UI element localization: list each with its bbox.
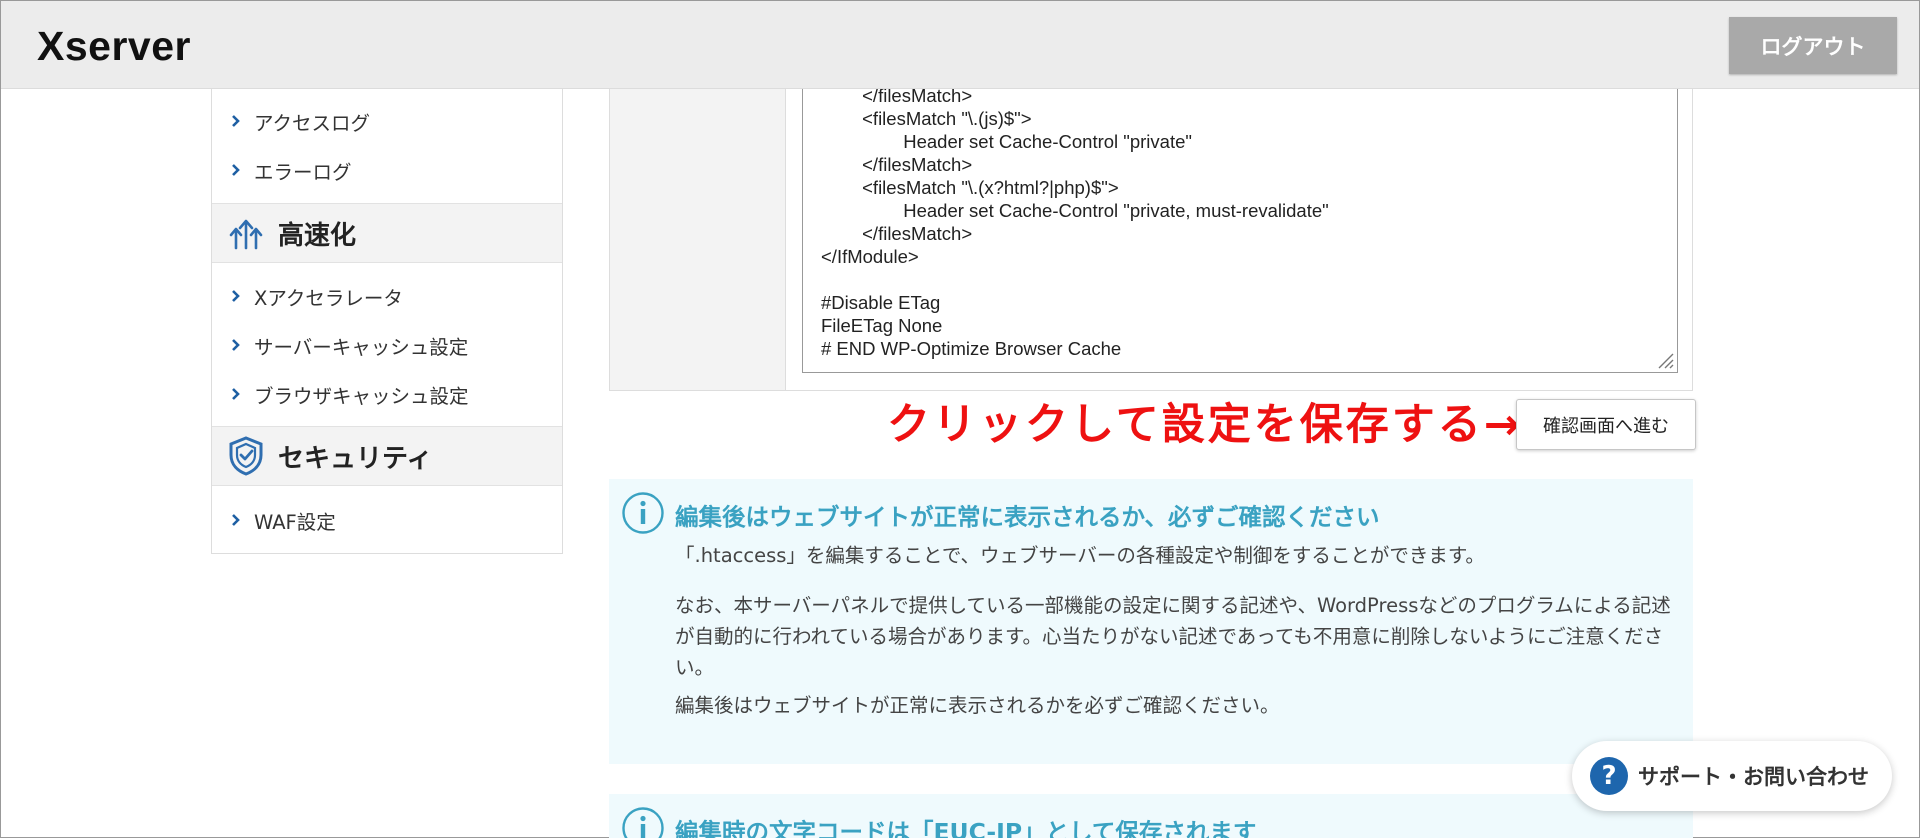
chevron-right-icon <box>230 290 242 302</box>
chevron-right-icon <box>230 514 242 526</box>
sidebar-item-browser-cache[interactable]: ブラウザキャッシュ設定 <box>212 374 562 414</box>
chevron-right-icon <box>230 164 242 176</box>
editor-label-cell <box>610 89 786 390</box>
notice-title: 編集後はウェブサイトが正常に表示されるか、必ずご確認ください <box>675 503 1380 531</box>
sidebar: アクセスログ エラーログ 高速化 Xアクセラレータ サーバーキャッシュ設定 ブラ… <box>211 89 563 554</box>
sidebar-item-label: アクセスログ <box>254 111 371 135</box>
sidebar-item-label: サーバーキャッシュ設定 <box>254 335 469 359</box>
notice-title: 編集時の文字コードは「EUC-JP」として保存されます <box>675 818 1257 838</box>
code-line: </IfModule> <box>821 246 919 267</box>
code-line: Header set Cache-Control "private" <box>821 131 1192 152</box>
htaccess-textarea[interactable]: </filesMatch> <filesMatch "\.(js)$"> Hea… <box>802 89 1678 373</box>
notice-box-edit-warning: 編集後はウェブサイトが正常に表示されるか、必ずご確認ください 「.htacces… <box>609 479 1693 764</box>
shield-icon <box>226 436 266 476</box>
code-line: </filesMatch> <box>821 223 973 244</box>
chevron-right-icon <box>230 339 242 351</box>
sidebar-item-x-accelerator[interactable]: Xアクセラレータ <box>212 276 562 316</box>
sidebar-section-title: 高速化 <box>278 220 357 251</box>
sidebar-item-label: WAF設定 <box>254 510 336 534</box>
chevron-right-icon <box>230 115 242 127</box>
code-line: <filesMatch "\.(js)$"> <box>821 108 1032 129</box>
info-icon <box>621 806 665 838</box>
code-line: Header set Cache-Control "private, must-… <box>821 200 1329 221</box>
code-line: # END WP-Optimize Browser Cache <box>821 338 1122 359</box>
code-line: FileETag None <box>821 315 943 336</box>
resize-grip-icon[interactable] <box>1653 348 1675 370</box>
sidebar-item-label: ブラウザキャッシュ設定 <box>254 384 469 408</box>
sidebar-section-speed: 高速化 <box>212 203 562 263</box>
confirm-button[interactable]: 確認画面へ進む <box>1516 399 1696 450</box>
info-icon <box>621 491 665 535</box>
sidebar-item-server-cache[interactable]: サーバーキャッシュ設定 <box>212 325 562 365</box>
sidebar-item-waf[interactable]: WAF設定 <box>212 500 562 540</box>
code-line: <filesMatch "\.(x?html?|php)$"> <box>821 177 1119 198</box>
code-line: #Disable ETag <box>821 292 941 313</box>
sidebar-section-security: セキュリティ <box>212 426 562 486</box>
xserver-logo[interactable]: Xserver <box>37 23 191 70</box>
sidebar-item-label: Xアクセラレータ <box>254 286 403 310</box>
notice-box-encoding: 編集時の文字コードは「EUC-JP」として保存されます <box>609 794 1693 838</box>
htaccess-editor-table: </filesMatch> <filesMatch "\.(js)$"> Hea… <box>609 89 1693 391</box>
support-label: サポート・お問い合わせ <box>1638 765 1869 789</box>
save-instruction-annotation: クリックして設定を保存する→ <box>887 400 1523 450</box>
question-icon: ? <box>1590 757 1628 795</box>
sidebar-section-title: セキュリティ <box>278 443 433 474</box>
sidebar-item-label: エラーログ <box>254 160 352 184</box>
notice-paragraph: 「.htaccess」を編集することで、ウェブサーバーの各種設定や制御をすること… <box>675 544 1485 567</box>
logout-button[interactable]: ログアウト <box>1729 17 1897 74</box>
sidebar-item-access-log[interactable]: アクセスログ <box>212 101 562 141</box>
speed-arrows-icon <box>226 213 266 253</box>
notice-paragraph: なお、本サーバーパネルで提供している一部機能の設定に関する記述や、WordPre… <box>675 594 1671 679</box>
top-header: Xserver ログアウト <box>1 1 1919 89</box>
code-line: </filesMatch> <box>821 89 973 106</box>
sidebar-item-error-log[interactable]: エラーログ <box>212 150 562 190</box>
chevron-right-icon <box>230 388 242 400</box>
support-contact-button[interactable]: ? サポート・お問い合わせ <box>1572 741 1892 811</box>
notice-paragraph: 編集後はウェブサイトが正常に表示されるかを必ずご確認ください。 <box>675 694 1280 717</box>
code-line: </filesMatch> <box>821 154 973 175</box>
